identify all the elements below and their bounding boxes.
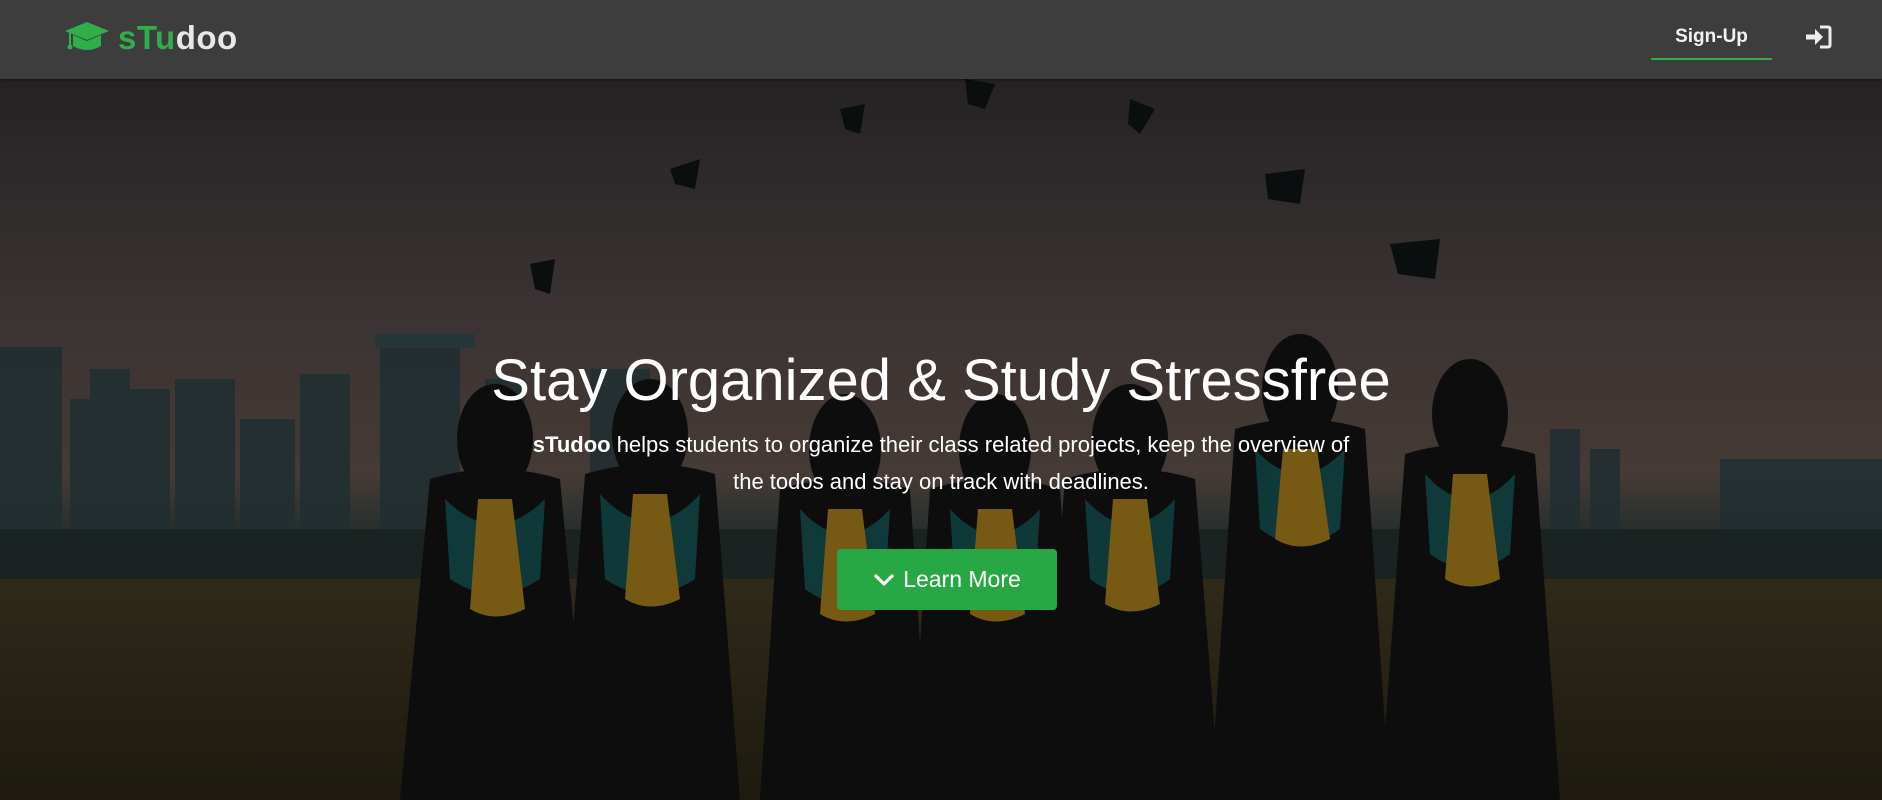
brand-name-part1: sTu [118,19,176,56]
hero-title: Stay Organized & Study Stressfree [491,348,1391,413]
hero-subtitle: sTudoo helps students to organize their … [521,426,1361,500]
brand-name-part2: doo [175,19,238,56]
hero-subtitle-text: helps students to organize their class r… [610,432,1350,494]
signup-link[interactable]: Sign-Up [1651,0,1772,60]
brand-logo[interactable]: sTudoo [64,18,238,58]
chevron-down-icon [874,573,894,586]
brand-name: sTudoo [118,19,238,57]
learn-more-label: Learn More [903,566,1021,592]
navbar: sTudoo Sign-Up [0,0,1882,79]
graduation-cap-icon [65,22,109,50]
hero-subtitle-brand: sTudoo [532,432,611,457]
sign-in-icon[interactable] [1803,24,1833,50]
hero-section: Stay Organized & Study Stressfree sTudoo… [0,79,1882,800]
learn-more-button[interactable]: Learn More [837,549,1057,610]
